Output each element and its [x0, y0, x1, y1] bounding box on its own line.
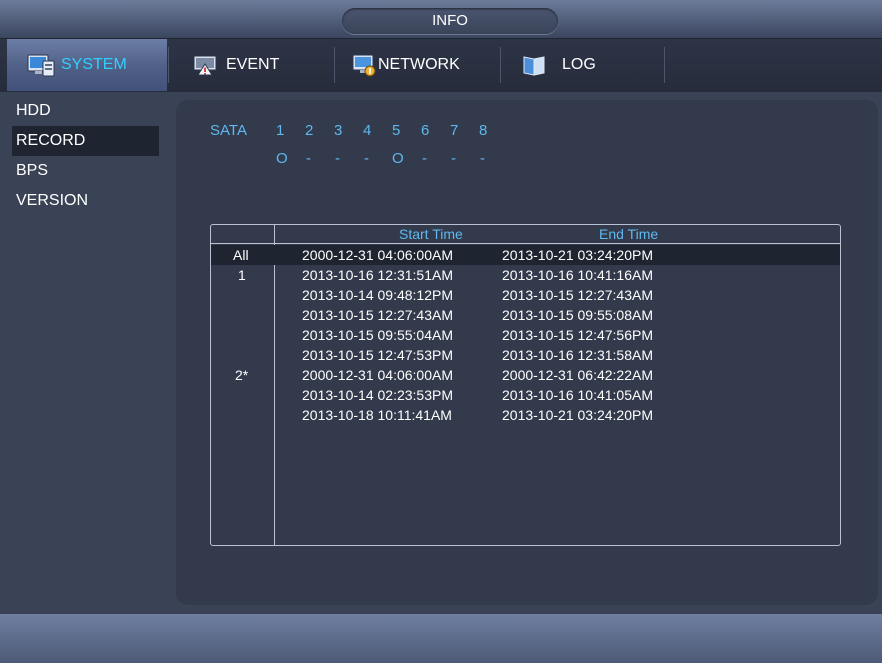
end-time-cell: 2013-10-16 10:41:16AM [502, 267, 653, 283]
sata-status: O [392, 150, 404, 167]
sata-port: 5 [392, 122, 401, 139]
sata-port: 3 [334, 122, 343, 139]
sata-port: 1 [276, 122, 285, 139]
table-row[interactable]: 2013-10-15 12:27:43AM 2013-10-15 09:55:0… [211, 305, 840, 325]
tab-log[interactable]: LOG [520, 39, 596, 91]
sata-label: SATA [210, 122, 247, 139]
record-time-table: Start Time End Time All 2000-12-31 04:06… [210, 224, 841, 546]
tab-bar: SYSTEM EVENT NETWORK LOG [0, 39, 882, 93]
start-time-cell: 2013-10-14 09:48:12PM [302, 287, 453, 303]
sidebar-item-hdd[interactable]: HDD [12, 96, 159, 126]
sata-port: 7 [450, 122, 459, 139]
tab-divider [168, 47, 169, 83]
disk-cell: 2* [235, 367, 249, 383]
sata-status: O [276, 150, 288, 167]
title-bar: INFO [0, 0, 882, 39]
table-row[interactable]: All 2000-12-31 04:06:00AM 2013-10-21 03:… [211, 245, 840, 265]
tab-network-label: NETWORK [378, 56, 460, 73]
start-time-cell: 2013-10-14 02:23:53PM [302, 387, 453, 403]
table-row[interactable]: 2013-10-14 09:48:12PM 2013-10-15 12:27:4… [211, 285, 840, 305]
end-time-cell: 2013-10-16 10:41:05AM [502, 387, 653, 403]
sata-status: - [451, 150, 456, 167]
tab-divider [664, 47, 665, 83]
start-time-cell: 2013-10-18 10:11:41AM [302, 407, 452, 423]
sata-status: - [480, 150, 485, 167]
sidebar-item-record[interactable]: RECORD [12, 126, 159, 156]
tab-system[interactable]: SYSTEM [7, 39, 167, 91]
tab-event-label: EVENT [226, 56, 280, 73]
start-time-cell: 2013-10-15 12:47:53PM [302, 347, 453, 363]
monitor-icon [27, 53, 55, 77]
content-area: HDD RECORD BPS VERSION SATA 1 2 3 4 5 6 … [0, 92, 882, 614]
end-time-cell: 2013-10-16 12:31:58AM [502, 347, 653, 363]
disk-cell: 1 [238, 267, 246, 283]
tab-divider [500, 47, 501, 83]
sata-status: - [422, 150, 427, 167]
end-time-cell: 2013-10-15 09:55:08AM [502, 307, 653, 323]
end-time-cell: 2013-10-15 12:27:43AM [502, 287, 653, 303]
tab-log-label: LOG [562, 56, 596, 73]
end-time-header: End Time [599, 226, 659, 242]
table-row[interactable]: 1 2013-10-16 12:31:51AM 2013-10-16 10:41… [211, 265, 840, 285]
record-panel: SATA 1 2 3 4 5 6 7 8 O - - - O - - - Sta… [176, 100, 878, 605]
end-time-cell: 2013-10-21 03:24:20PM [502, 247, 653, 263]
sata-status: - [335, 150, 340, 167]
network-icon [352, 53, 378, 77]
window-title: INFO [342, 8, 558, 34]
tab-system-label: SYSTEM [61, 56, 127, 73]
sidebar-item-bps[interactable]: BPS [12, 156, 159, 186]
tab-network[interactable]: NETWORK [352, 39, 460, 91]
sata-status: - [364, 150, 369, 167]
sata-port: 6 [421, 122, 430, 139]
table-row[interactable]: 2* 2000-12-31 04:06:00AM 2000-12-31 06:4… [211, 365, 840, 385]
table-row[interactable]: 2013-10-15 12:47:53PM 2013-10-16 12:31:5… [211, 345, 840, 365]
sata-port: 8 [479, 122, 488, 139]
start-time-header: Start Time [399, 226, 463, 242]
header-divider [211, 243, 840, 244]
end-time-cell: 2013-10-21 03:24:20PM [502, 407, 653, 423]
tab-divider [334, 47, 335, 83]
bottom-bar [0, 614, 882, 663]
table-row[interactable]: 2013-10-18 10:11:41AM 2013-10-21 03:24:2… [211, 405, 840, 425]
sata-port: 2 [305, 122, 314, 139]
tab-event[interactable]: EVENT [192, 39, 279, 91]
table-row[interactable]: 2013-10-15 09:55:04AM 2013-10-15 12:47:5… [211, 325, 840, 345]
sata-status: - [306, 150, 311, 167]
table-row[interactable]: 2013-10-14 02:23:53PM 2013-10-16 10:41:0… [211, 385, 840, 405]
end-time-cell: 2013-10-15 12:47:56PM [502, 327, 653, 343]
sidebar-item-version[interactable]: VERSION [12, 186, 159, 216]
disk-cell: All [233, 247, 249, 263]
log-icon [520, 53, 548, 77]
start-time-cell: 2013-10-16 12:31:51AM [302, 267, 453, 283]
start-time-cell: 2000-12-31 04:06:00AM [302, 247, 453, 263]
start-time-cell: 2000-12-31 04:06:00AM [302, 367, 453, 383]
start-time-cell: 2013-10-15 09:55:04AM [302, 327, 453, 343]
end-time-cell: 2000-12-31 06:42:22AM [502, 367, 653, 383]
event-icon [192, 53, 220, 77]
start-time-cell: 2013-10-15 12:27:43AM [302, 307, 453, 323]
sidebar-menu: HDD RECORD BPS VERSION [12, 96, 159, 216]
sata-port: 4 [363, 122, 372, 139]
